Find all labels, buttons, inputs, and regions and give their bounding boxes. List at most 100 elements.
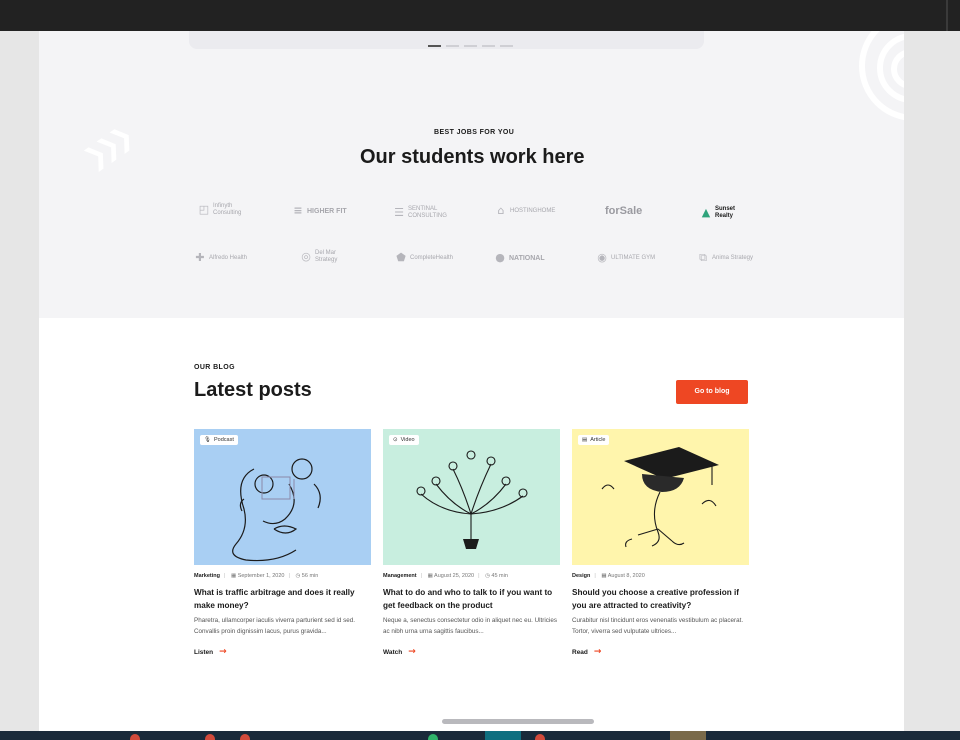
partner-logo-national[interactable]: ● NATIONAL xyxy=(494,251,545,264)
post-meta: Design | ▦ August 8, 2020 xyxy=(572,573,645,579)
blog-card[interactable]: ▤ Article Design | ▦ August 8, 2020 Shoul… xyxy=(572,429,749,674)
post-date: August 25, 2020 xyxy=(434,573,475,579)
post-badge: 🎙 Podcast xyxy=(200,435,238,445)
slider-dots xyxy=(428,45,513,47)
post-category[interactable]: Management xyxy=(383,573,417,579)
post-date: August 8, 2020 xyxy=(607,573,645,579)
post-image-podcast[interactable]: 🎙 Podcast xyxy=(194,429,371,565)
watch-link[interactable]: Watch → xyxy=(383,647,416,657)
partner-logo-sentinal[interactable]: ☰ SENTINAL CONSULTING xyxy=(393,206,447,220)
post-title[interactable]: Should you choose a creative profession … xyxy=(572,586,749,612)
web-page: ❯❯❯ BEST JOBS FOR YOU Our students work … xyxy=(39,31,904,731)
logo-text: forSale xyxy=(605,205,643,217)
logo-text: Consulting xyxy=(213,210,242,216)
top-bar-divider xyxy=(946,0,948,31)
square-frame-icon: ◰ xyxy=(198,203,210,216)
calendar-icon: ▦ xyxy=(427,573,433,579)
logo-text: HOSTINGHOME xyxy=(510,208,556,214)
post-duration: 45 min xyxy=(491,573,508,579)
play-icon: ⊙ xyxy=(393,437,398,443)
partner-logo-anima[interactable]: ⧉ Anima Strategy xyxy=(697,252,753,264)
badge-label: Podcast xyxy=(213,437,234,443)
partner-logo-del-mar[interactable]: ◎ Del Mar Strategy xyxy=(300,250,337,264)
badge-label: Article xyxy=(590,437,606,443)
house-icon: ⌂ xyxy=(497,204,505,217)
taskbar-app-icon[interactable] xyxy=(130,734,140,740)
mic-icon: 🎙 xyxy=(204,437,211,443)
taskbar-app-icon[interactable] xyxy=(240,734,250,740)
partner-logo-higher-fit[interactable]: ≡ HIGHER FIT xyxy=(292,204,347,217)
circle-icon: ● xyxy=(495,251,505,264)
blog-card[interactable]: 🎙 Podcast Marketing | ▦ September 1, 2020… xyxy=(194,429,371,674)
logo-text: CONSULTING xyxy=(408,213,447,219)
link-label: Listen xyxy=(194,648,214,656)
blog-title: Latest posts xyxy=(194,379,312,401)
horizontal-scrollbar[interactable] xyxy=(442,719,594,724)
taskbar xyxy=(0,731,960,740)
post-title[interactable]: What is traffic arbitrage and does it re… xyxy=(194,586,371,612)
calendar-icon: ▦ xyxy=(230,573,237,579)
partner-logo-alfredo-health[interactable]: ✚ Alfredo Health xyxy=(194,252,247,264)
post-date: September 1, 2020 xyxy=(237,573,285,579)
logo-text: Infinyth xyxy=(213,203,233,209)
partners-title: Our students work here xyxy=(360,146,585,168)
lines-icon: ≡ xyxy=(293,204,303,217)
partner-logo-hostinghome[interactable]: ⌂ HOSTINGHOME xyxy=(495,204,556,217)
logo-text: CompleteHealth xyxy=(410,255,454,261)
slider-dot[interactable] xyxy=(500,45,513,47)
logo-text: Alfredo Health xyxy=(209,255,248,261)
partner-logo-completehealth[interactable]: ⬟ CompleteHealth xyxy=(395,252,453,264)
badge-label: Video xyxy=(400,437,415,443)
logo-text: Realty xyxy=(715,213,734,219)
logo-text: Del Mar xyxy=(315,250,337,256)
document-icon: ▤ xyxy=(582,437,588,443)
post-image-video[interactable]: ⊙ Video xyxy=(383,429,560,565)
slider-dot[interactable] xyxy=(464,45,477,47)
post-title[interactable]: What to do and who to talk to if you wan… xyxy=(383,586,560,612)
logo-text: ULTIMATE GYM xyxy=(611,255,656,261)
slider-dot[interactable] xyxy=(428,45,441,47)
blog-card[interactable]: ⊙ Video Management | ▦ August 25, 2020 | ◷… xyxy=(383,429,560,674)
blog-eyebrow: OUR BLOG xyxy=(194,364,235,371)
logo-text: NATIONAL xyxy=(509,254,545,262)
swirl-icon: ◎ xyxy=(301,250,311,263)
taskbar-app-icon[interactable] xyxy=(428,734,438,740)
squares-icon: ⧉ xyxy=(699,251,707,264)
logo-text: SENTINAL xyxy=(408,206,438,212)
circles-decoration-icon xyxy=(819,31,904,151)
browser-top-bar xyxy=(0,0,960,31)
partner-logo-infinyth[interactable]: ◰ Infinyth Consulting xyxy=(198,203,242,217)
post-category[interactable]: Marketing xyxy=(194,573,220,579)
post-duration: 56 min xyxy=(301,573,319,579)
slider-dot[interactable] xyxy=(482,45,495,47)
listen-link[interactable]: Listen → xyxy=(194,647,227,657)
logo-text: HIGHER FIT xyxy=(307,207,347,215)
logo-text: Strategy xyxy=(315,257,338,263)
arrow-right-icon: → xyxy=(593,647,602,657)
arrow-right-icon: → xyxy=(408,647,416,657)
partners-eyebrow: BEST JOBS FOR YOU xyxy=(434,129,515,136)
taskbar-active-app-icon[interactable] xyxy=(485,731,521,740)
post-image-article[interactable]: ▤ Article xyxy=(572,429,749,565)
face-illustration xyxy=(232,458,321,562)
taskbar-app-icon[interactable] xyxy=(535,734,545,740)
house-roof-icon: ▲ xyxy=(701,206,711,219)
cross-icon: ✚ xyxy=(195,251,205,264)
taskbar-app-icon[interactable] xyxy=(670,731,706,740)
go-to-blog-button[interactable]: Go to blog xyxy=(676,380,748,404)
link-label: Read xyxy=(572,648,588,656)
lightbulb-tree-illustration xyxy=(416,450,528,549)
post-excerpt: Pharetra, ullamcorper iaculis viverra pa… xyxy=(194,617,355,635)
logo-text: Sunset xyxy=(715,206,736,212)
post-meta: Management | ▦ August 25, 2020 | ◷ 45 min xyxy=(383,573,508,579)
partner-logo-ultimate-gym[interactable]: ◉ ULTIMATE GYM xyxy=(596,252,655,264)
shield-icon: ⬟ xyxy=(396,251,406,264)
taskbar-app-icon[interactable] xyxy=(205,734,215,740)
partner-logo-sunset-realty[interactable]: ▲ Sunset Realty xyxy=(700,206,735,220)
slider-dot[interactable] xyxy=(446,45,459,47)
read-link[interactable]: Read → xyxy=(572,647,601,657)
post-category[interactable]: Design xyxy=(572,573,590,579)
partners-section: ❯❯❯ BEST JOBS FOR YOU Our students work … xyxy=(39,31,904,318)
partner-logo-forsale[interactable]: forSale xyxy=(605,205,642,217)
post-excerpt: Neque a, senectus consectetur odio in al… xyxy=(383,617,557,635)
